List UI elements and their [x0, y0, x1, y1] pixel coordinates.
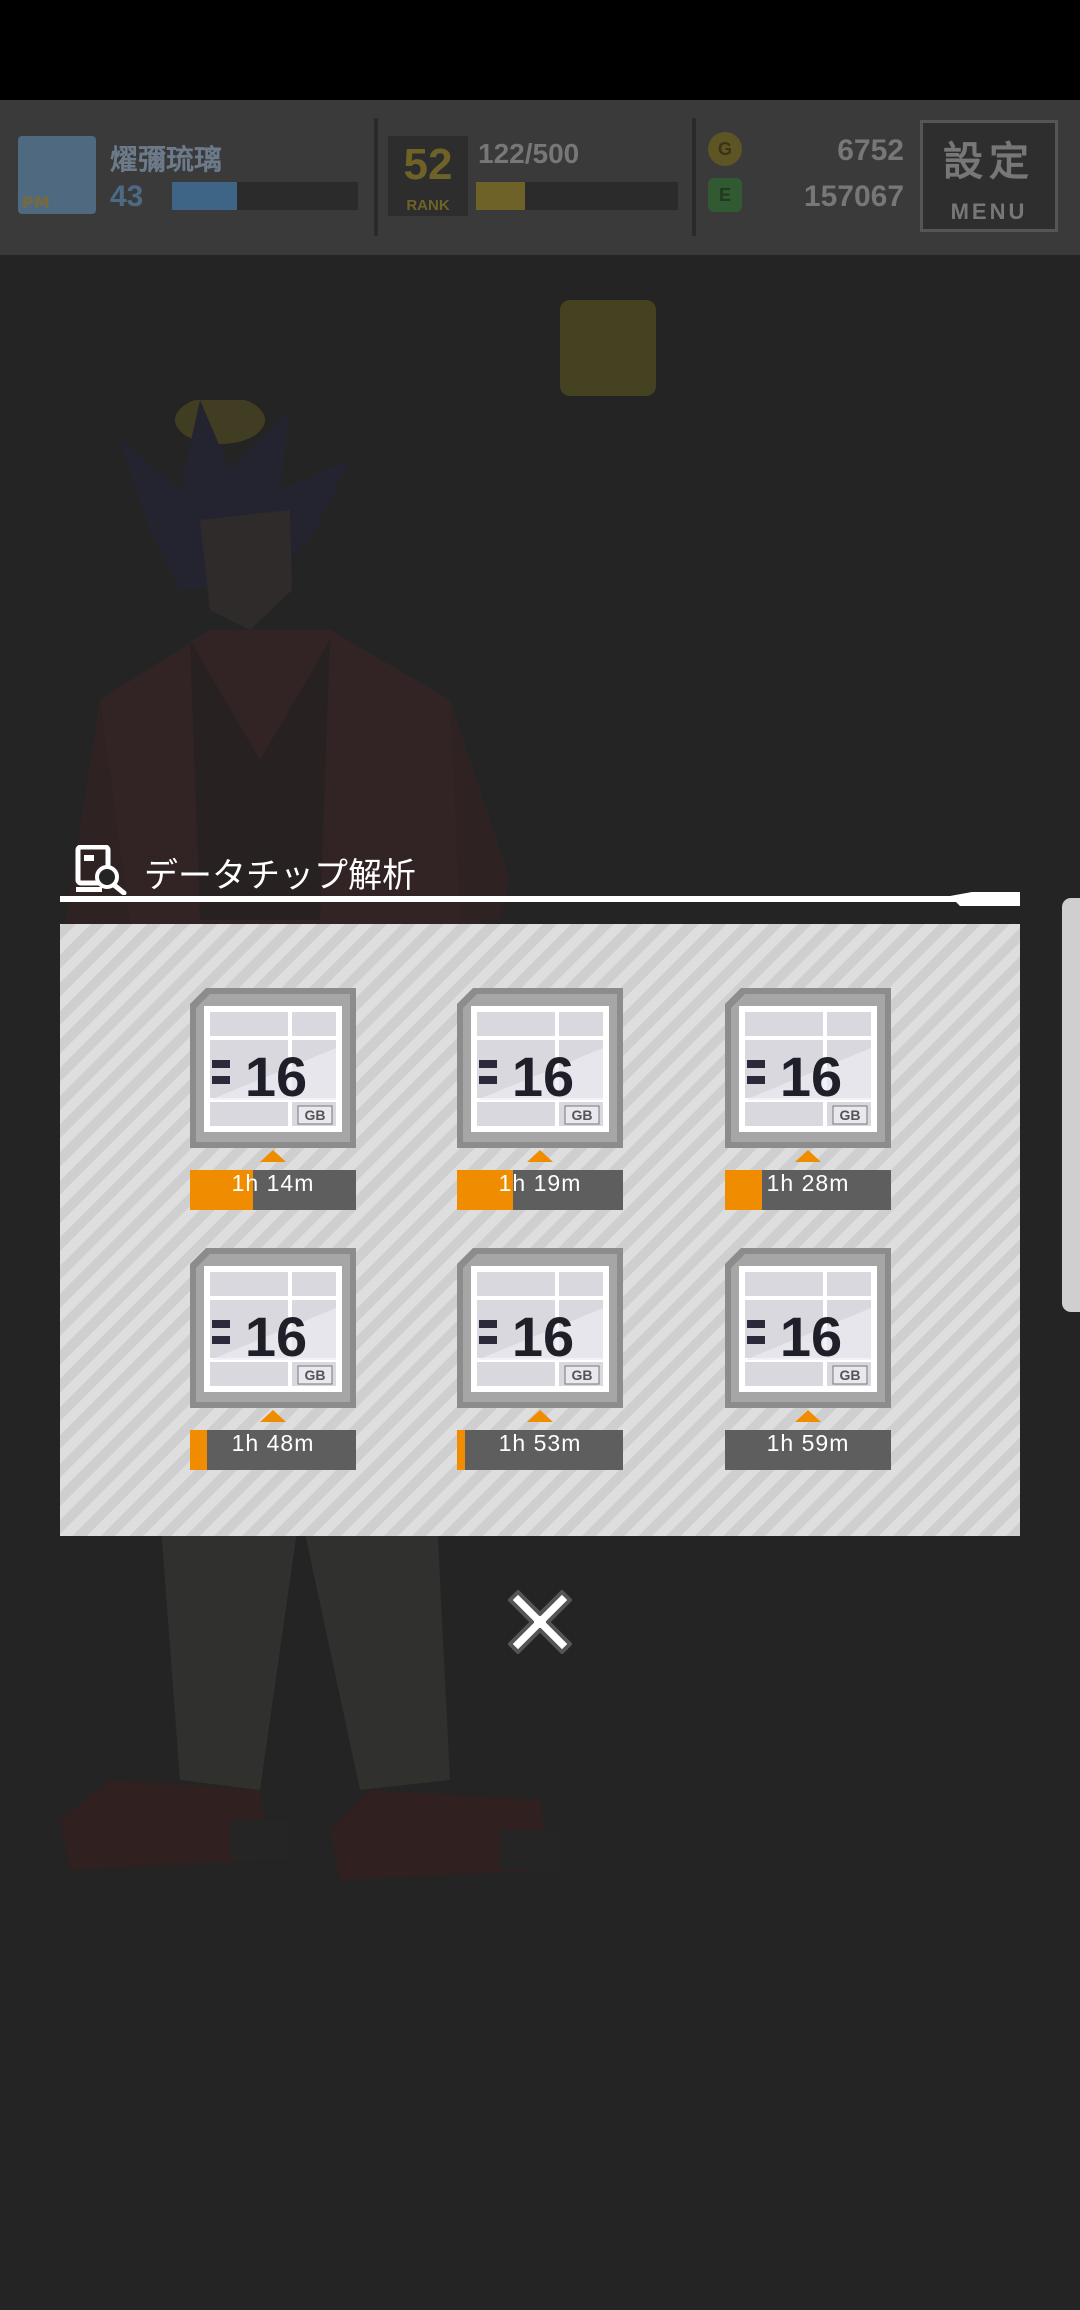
- chip-capacity: 16: [780, 1305, 842, 1368]
- pm-badge: PM: [22, 193, 50, 212]
- data-chip-icon: 16GB: [725, 1248, 891, 1422]
- level-progress-fill: [172, 182, 238, 210]
- player-avatar[interactable]: PM: [18, 136, 96, 214]
- top-hud: PM 燿彌琉璃 43 52 RANK 122/500 G 6752 E 1570…: [0, 100, 1080, 255]
- player-name: 燿彌琉璃: [110, 143, 223, 176]
- hud-divider: [374, 118, 378, 236]
- chip-capacity: 16: [512, 1305, 574, 1368]
- analysis-timer-bar: 1h 59m: [725, 1430, 891, 1470]
- scroll-indicator[interactable]: [1062, 898, 1080, 1312]
- chip-capacity: 16: [780, 1045, 842, 1108]
- chip-unit: GB: [840, 1367, 861, 1383]
- chip-capacity: 16: [245, 1045, 307, 1108]
- data-chip-icon: 16GB: [190, 1248, 356, 1422]
- level-progress-bar: [172, 182, 358, 210]
- chip-unit: GB: [305, 1367, 326, 1383]
- player-level: 43: [110, 180, 144, 213]
- rank-label: RANK: [406, 197, 450, 214]
- data-chip-icon: 16GB: [457, 988, 623, 1162]
- data-chip-icon: 16GB: [190, 988, 356, 1162]
- chip-analysis-icon: [75, 845, 127, 895]
- data-chip-panel: 16 GB 1h 14m 16 GB 1h 19m 16 GB 1h 28m 16 GB 1h 48m…: [60, 924, 1020, 1536]
- menu-kanji: 設定: [943, 139, 1035, 185]
- analysis-timer-bar: 1h 14m: [190, 1170, 356, 1210]
- data-chip-icon: 16GB: [457, 1248, 623, 1422]
- analysis-timer-bar: 1h 53m: [457, 1430, 623, 1470]
- credit-amount: 157067: [803, 180, 904, 213]
- analysis-timer-bar: 1h 19m: [457, 1170, 623, 1210]
- rank-badge: 52 RANK: [388, 136, 468, 216]
- data-chip-slot[interactable]: 16 GB 1h 48m: [190, 1248, 356, 1478]
- exp-progress-fill: [476, 182, 526, 210]
- data-chip-slot[interactable]: 16 GB 1h 14m: [190, 988, 356, 1218]
- title-underline: [60, 892, 1020, 906]
- gold-coin-icon: G: [708, 132, 742, 166]
- close-icon: [508, 1590, 572, 1654]
- data-chip-slot[interactable]: 16 GB 1h 19m: [457, 988, 623, 1218]
- analysis-time-remaining: 1h 14m: [231, 1170, 315, 1196]
- gold-amount: 6752: [837, 134, 904, 167]
- chip-unit: GB: [572, 1367, 593, 1383]
- modal-title: データチップ解析: [144, 856, 416, 896]
- analysis-timer-bar: 1h 28m: [725, 1170, 891, 1210]
- menu-label: MENU: [950, 199, 1028, 224]
- close-button[interactable]: [496, 1578, 584, 1666]
- chip-unit: GB: [572, 1107, 593, 1123]
- rank-number: 52: [403, 140, 453, 189]
- data-chip-icon: 16GB: [725, 988, 891, 1162]
- analysis-time-remaining: 1h 59m: [766, 1430, 850, 1456]
- credit-icon: E: [708, 178, 742, 212]
- chip-unit: GB: [305, 1107, 326, 1123]
- data-chip-slot[interactable]: 16 GB 1h 59m: [725, 1248, 891, 1478]
- chip-unit: GB: [840, 1107, 861, 1123]
- exp-text: 122/500: [478, 138, 580, 169]
- analysis-time-remaining: 1h 19m: [498, 1170, 582, 1196]
- data-chip-slot[interactable]: 16 GB 1h 53m: [457, 1248, 623, 1478]
- event-icon: [560, 300, 656, 396]
- exp-progress-bar: [476, 182, 678, 210]
- analysis-time-remaining: 1h 53m: [498, 1430, 582, 1456]
- analysis-timer-bar: 1h 48m: [190, 1430, 356, 1470]
- analysis-time-remaining: 1h 28m: [766, 1170, 850, 1196]
- menu-button[interactable]: 設定 MENU: [920, 120, 1058, 232]
- analysis-time-remaining: 1h 48m: [231, 1430, 315, 1456]
- hud-divider: [692, 118, 696, 236]
- status-bar: [0, 0, 1080, 100]
- data-chip-slot[interactable]: 16 GB 1h 28m: [725, 988, 891, 1218]
- chip-capacity: 16: [245, 1305, 307, 1368]
- chip-capacity: 16: [512, 1045, 574, 1108]
